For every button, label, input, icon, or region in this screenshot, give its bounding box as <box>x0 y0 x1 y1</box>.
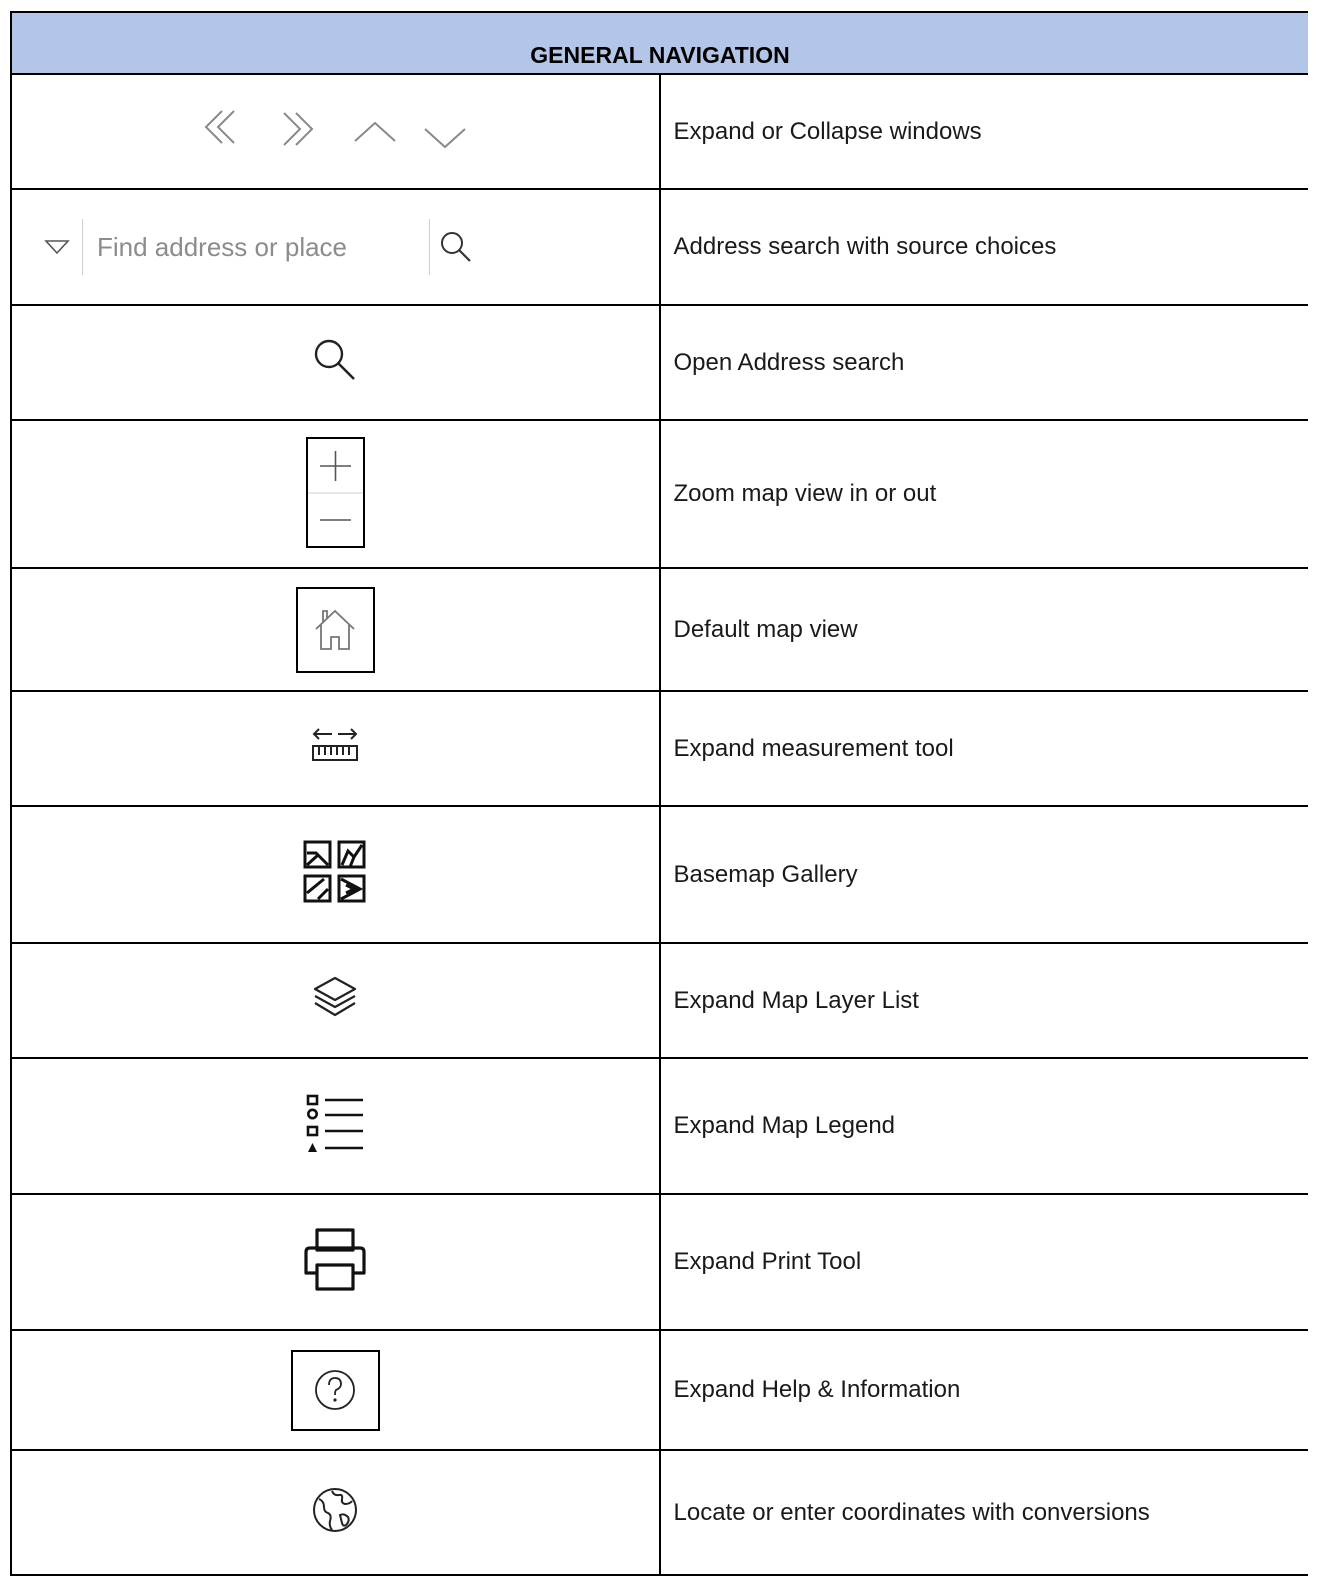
icon-cell <box>10 1057 661 1195</box>
table-header-row: GENERAL NAVIGATION <box>10 11 1308 75</box>
source-dropdown[interactable] <box>32 238 82 256</box>
table-row: Open Address search <box>10 304 1308 421</box>
icon-cell <box>10 1329 661 1451</box>
icon-cell <box>10 1193 661 1331</box>
home-icon <box>295 586 375 673</box>
icon-cell <box>10 73 661 190</box>
row-description: Expand measurement tool <box>658 690 1308 807</box>
printer-icon <box>300 1227 370 1293</box>
measure-ruler-icon <box>310 726 360 766</box>
table-row: Basemap Gallery <box>10 805 1308 944</box>
row-description: Address search with source choices <box>658 188 1308 306</box>
layers-icon <box>310 975 360 1021</box>
icon-cell <box>10 942 661 1059</box>
row-description: Expand Help & Information <box>658 1329 1308 1451</box>
icon-cell: Find address or place <box>10 188 661 306</box>
icon-cell <box>10 304 661 421</box>
search-button[interactable] <box>430 229 482 265</box>
legend-icon <box>305 1093 365 1155</box>
search-icon <box>441 232 471 262</box>
icon-cell <box>10 690 661 807</box>
expand-collapse-chevrons-icon <box>200 99 470 159</box>
zoom-in-out-icon <box>305 437 365 548</box>
icon-cell <box>10 567 661 692</box>
address-search-bar: Find address or place <box>32 217 482 277</box>
search-input[interactable]: Find address or place <box>83 232 429 263</box>
table-row: Expand Map Legend <box>10 1057 1308 1195</box>
row-description: Default map view <box>658 567 1308 692</box>
table-row: Find address or place Address search wit… <box>10 188 1308 306</box>
general-navigation-table: GENERAL NAVIGATION Expand or Collapse wi… <box>10 11 1308 1576</box>
row-description: Open Address search <box>658 304 1308 421</box>
row-description: Locate or enter coordinates with convers… <box>658 1449 1308 1576</box>
icon-cell <box>10 805 661 944</box>
table-row: Expand Print Tool <box>10 1193 1308 1331</box>
globe-icon <box>310 1485 360 1535</box>
table-row: Expand Help & Information <box>10 1329 1308 1451</box>
search-icon <box>310 335 360 385</box>
row-description: Zoom map view in or out <box>658 419 1308 569</box>
table-row: Zoom map view in or out <box>10 419 1308 569</box>
icon-cell <box>10 419 661 569</box>
row-description: Basemap Gallery <box>658 805 1308 944</box>
icon-cell <box>10 1449 661 1576</box>
row-description: Expand Print Tool <box>658 1193 1308 1331</box>
caret-down-icon <box>44 240 70 255</box>
table-row: Locate or enter coordinates with convers… <box>10 1449 1308 1576</box>
table-title: GENERAL NAVIGATION <box>10 11 1308 75</box>
table-row: Expand measurement tool <box>10 690 1308 807</box>
row-description: Expand Map Legend <box>658 1057 1308 1195</box>
basemap-gallery-icon <box>302 839 368 905</box>
table-row: Expand or Collapse windows <box>10 73 1308 190</box>
table-row: Expand Map Layer List <box>10 942 1308 1059</box>
row-description: Expand Map Layer List <box>658 942 1308 1059</box>
table-row: Default map view <box>10 567 1308 692</box>
row-description: Expand or Collapse windows <box>658 73 1308 190</box>
help-icon <box>290 1349 380 1431</box>
